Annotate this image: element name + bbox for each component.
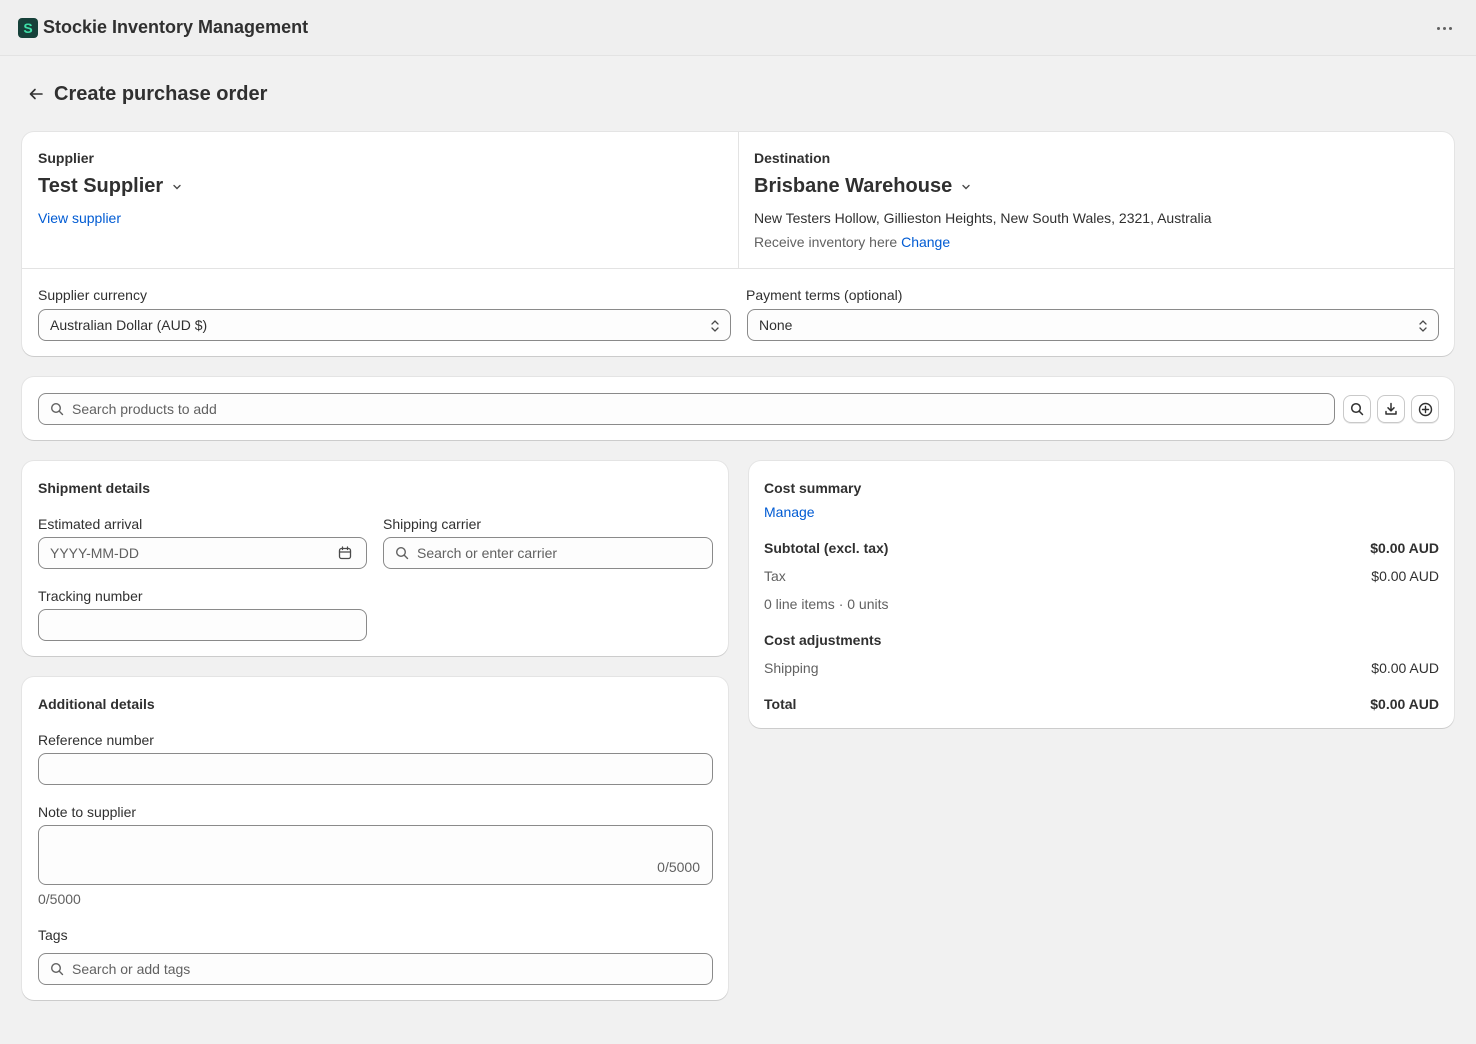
carrier-label: Shipping carrier [383, 516, 482, 532]
total-row: Total $0.00 AUD [764, 696, 1439, 712]
app-title: Stockie Inventory Management [43, 17, 309, 37]
select-caret-icon [711, 320, 719, 332]
supplier-select[interactable]: Test Supplier [38, 175, 183, 198]
chevron-down-icon [173, 184, 181, 189]
tax-value: $0.00 AUD [1371, 568, 1439, 584]
more-actions-button[interactable] [1432, 18, 1456, 38]
back-button[interactable] [26, 80, 46, 108]
tags-label: Tags [38, 927, 68, 943]
cost-summary-title: Cost summary [764, 480, 862, 496]
currency-label: Supplier currency [38, 287, 147, 303]
import-products-button[interactable] [1377, 395, 1405, 423]
currency-value: Australian Dollar (AUD $) [50, 317, 208, 333]
note-label: Note to supplier [38, 804, 137, 820]
tags-placeholder: Search or add tags [72, 961, 191, 977]
view-supplier-link[interactable]: View supplier [38, 210, 121, 226]
supplier-label: Supplier [38, 150, 95, 166]
additional-details-card: Additional details Reference number Note… [22, 677, 728, 1000]
tracking-number-input[interactable] [38, 609, 367, 641]
app-header: S Stockie Inventory Management [0, 0, 1476, 56]
cost-adjustments-title: Cost adjustments [764, 632, 882, 648]
payment-terms-label: Payment terms (optional) [746, 287, 903, 303]
product-search-card: Search products to add [22, 377, 1454, 440]
page-title: Create purchase order [54, 82, 268, 105]
total-label: Total [764, 696, 797, 712]
tags-input[interactable]: Search or add tags [38, 953, 713, 985]
shipping-row: Shipping $0.00 AUD [764, 660, 1439, 676]
arrival-label: Estimated arrival [38, 516, 143, 532]
calendar-icon [338, 546, 352, 560]
plus-circle-icon [1418, 402, 1432, 416]
browse-products-button[interactable] [1343, 395, 1371, 423]
search-icon [395, 546, 409, 560]
change-destination-link[interactable]: Change [901, 234, 950, 250]
manage-costs-link[interactable]: Manage [764, 504, 815, 520]
supplier-destination-card: Supplier Test Supplier View supplier Des… [22, 132, 1454, 356]
note-character-counter-below: 0/5000 [38, 891, 81, 907]
subtotal-label: Subtotal (excl. tax) [764, 540, 889, 556]
shipping-value: $0.00 AUD [1371, 660, 1439, 676]
subtotal-row: Subtotal (excl. tax) $0.00 AUD [764, 540, 1439, 556]
shipping-label: Shipping [764, 660, 819, 676]
note-to-supplier-textarea[interactable]: 0/5000 [38, 825, 713, 885]
currency-select[interactable]: Australian Dollar (AUD $) [38, 309, 731, 341]
arrival-placeholder: YYYY-MM-DD [50, 545, 139, 561]
search-icon [50, 962, 64, 976]
carrier-input[interactable]: Search or enter carrier [383, 537, 713, 569]
supplier-name: Test Supplier [38, 175, 164, 197]
carrier-placeholder: Search or enter carrier [417, 545, 558, 561]
page-header: Create purchase order [26, 80, 267, 108]
arrival-date-input[interactable]: YYYY-MM-DD [38, 537, 367, 569]
receive-inventory-line: Receive inventory here Change [754, 234, 950, 250]
shipment-title: Shipment details [38, 480, 151, 496]
cost-summary-card: Cost summary Manage Subtotal (excl. tax)… [749, 461, 1454, 728]
payment-terms-value: None [759, 317, 793, 333]
select-caret-icon [1419, 320, 1427, 332]
subtotal-value: $0.00 AUD [1370, 540, 1439, 556]
dot-icon [1436, 26, 1440, 30]
add-custom-item-button[interactable] [1411, 395, 1439, 423]
destination-address: New Testers Hollow, Gillieston Heights, … [754, 210, 1212, 226]
reference-number-input[interactable] [38, 753, 713, 785]
total-value: $0.00 AUD [1370, 696, 1439, 712]
tax-label: Tax [764, 568, 786, 584]
search-icon [50, 402, 64, 416]
reference-label: Reference number [38, 732, 154, 748]
divider [22, 268, 1454, 269]
note-character-counter: 0/5000 [657, 859, 700, 875]
product-search-placeholder: Search products to add [72, 401, 217, 417]
dot-icon [1442, 26, 1446, 30]
arrow-left-icon [29, 88, 43, 100]
line-items-summary: 0 line items · 0 units [764, 596, 889, 612]
destination-select[interactable]: Brisbane Warehouse [754, 175, 972, 198]
receive-text: Receive inventory here [754, 234, 898, 250]
divider [738, 132, 739, 268]
shipment-details-card: Shipment details Estimated arrival YYYY-… [22, 461, 728, 656]
search-icon [1350, 402, 1364, 416]
dot-icon [1448, 26, 1452, 30]
chevron-down-icon [962, 184, 970, 189]
app-logo-icon: S [18, 17, 38, 38]
destination-label: Destination [754, 150, 831, 166]
additional-title: Additional details [38, 696, 155, 712]
payment-terms-select[interactable]: None [747, 309, 1439, 341]
tax-row: Tax $0.00 AUD [764, 568, 1439, 584]
product-search-input[interactable]: Search products to add [38, 393, 1335, 425]
download-icon [1385, 402, 1397, 415]
tracking-label: Tracking number [38, 588, 143, 604]
destination-name: Brisbane Warehouse [754, 175, 953, 197]
